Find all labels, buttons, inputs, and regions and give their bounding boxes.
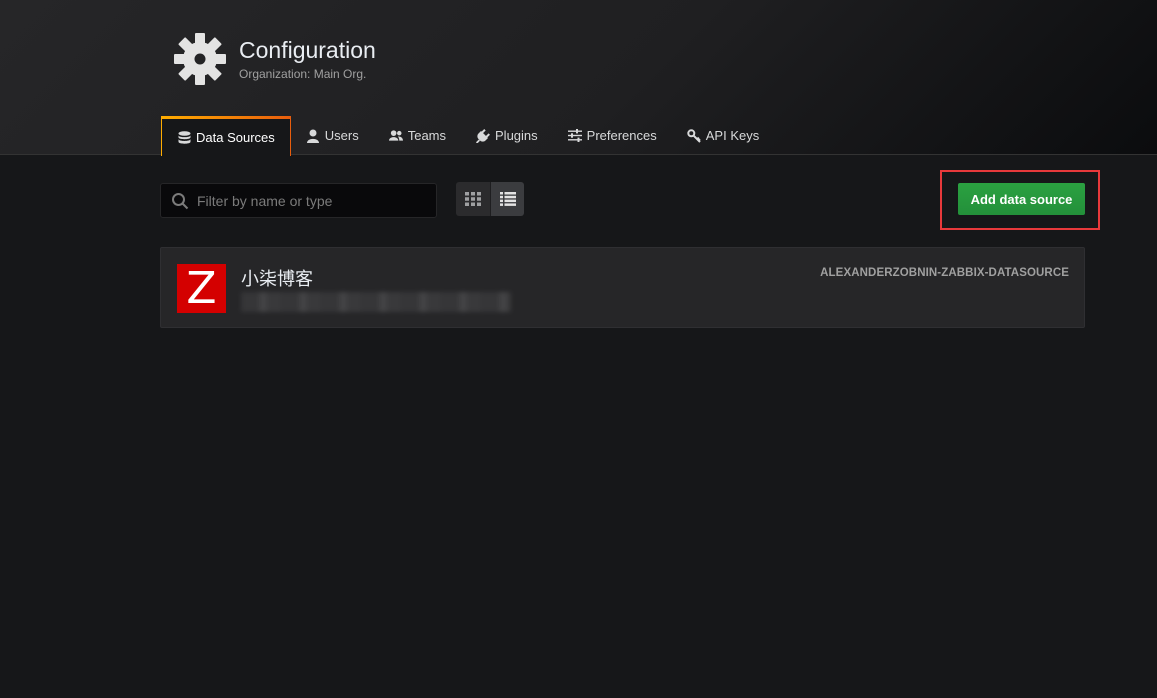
datasource-name: 小柒博客 xyxy=(241,269,313,289)
config-tabs: Data Sources Users Teams Plugins Prefere… xyxy=(161,116,774,156)
add-data-source-button[interactable]: Add data source xyxy=(958,183,1085,215)
tab-preferences[interactable]: Preferences xyxy=(553,116,672,155)
search-icon xyxy=(172,192,189,209)
logo-letter: Z xyxy=(186,264,217,313)
tab-label: API Keys xyxy=(705,128,760,143)
layout-toggle xyxy=(456,182,524,216)
tab-label: Teams xyxy=(407,128,447,143)
gear-icon xyxy=(174,33,226,85)
zabbix-logo: Z xyxy=(177,264,226,313)
search-field[interactable] xyxy=(160,183,437,218)
tab-label: Data Sources xyxy=(196,130,275,145)
users-icon xyxy=(388,129,403,143)
sliders-icon xyxy=(567,129,582,143)
datasource-card[interactable]: Z 小柒博客 ALEXANDERZOBNIN-ZABBIX-DATASOURCE xyxy=(160,247,1085,328)
tab-plugins[interactable]: Plugins xyxy=(461,116,553,155)
tab-teams[interactable]: Teams xyxy=(374,116,461,155)
page-title: Configuration xyxy=(239,37,376,63)
page-subtitle: Organization: Main Org. xyxy=(239,67,367,81)
tab-label: Users xyxy=(324,128,359,143)
key-icon xyxy=(687,128,701,143)
grid-view-button[interactable] xyxy=(456,182,490,216)
search-input[interactable] xyxy=(197,192,427,209)
datasource-type: ALEXANDERZOBNIN-ZABBIX-DATASOURCE xyxy=(820,267,1069,279)
tab-api-keys[interactable]: API Keys xyxy=(672,116,774,155)
tab-label: Preferences xyxy=(586,128,657,143)
tab-users[interactable]: Users xyxy=(291,116,374,155)
grid-icon xyxy=(465,192,481,206)
tab-data-sources[interactable]: Data Sources xyxy=(161,116,291,156)
list-view-button[interactable] xyxy=(490,182,524,216)
plug-icon xyxy=(476,128,490,143)
datasource-url-redacted xyxy=(241,292,511,312)
page-header: Configuration Organization: Main Org. Da… xyxy=(0,0,1157,156)
tab-label: Plugins xyxy=(495,128,538,143)
user-icon xyxy=(306,129,320,143)
database-icon xyxy=(177,130,191,145)
list-icon xyxy=(499,192,516,206)
